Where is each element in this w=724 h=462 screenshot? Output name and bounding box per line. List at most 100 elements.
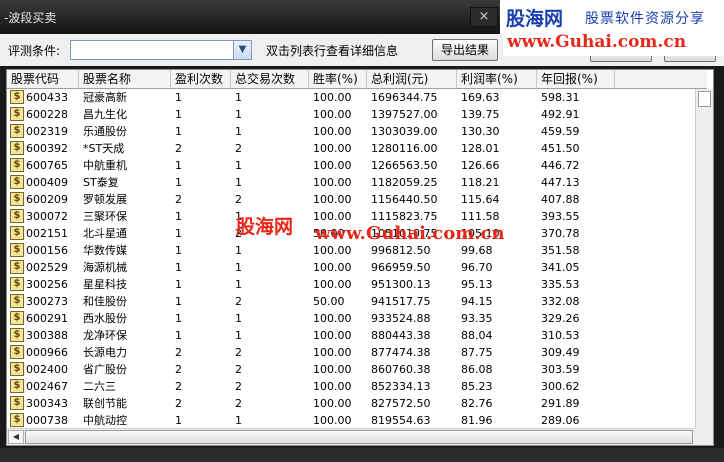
cell-total-profit: 966959.50 [371, 261, 431, 274]
title-bar: -波段买卖 × 股海网 股票软件资源分享 [0, 0, 724, 34]
cell-profit-rate: 93.35 [461, 312, 493, 325]
column-header-profit-rate[interactable]: 利润率(%) [457, 70, 537, 88]
cell-name: 西水股份 [83, 312, 127, 325]
export-button[interactable]: 导出结果 [432, 39, 498, 61]
cell-profit-rate: 115.64 [461, 193, 500, 206]
cell-win-rate: 100.00 [313, 142, 352, 155]
table-row[interactable]: 002319 乐通股份 1 1 100.00 1303039.00 130.30 459.59… [7, 123, 695, 140]
stock-icon: $ [10, 311, 24, 325]
cell-profit-rate: 130.30 [461, 125, 500, 138]
column-header-code[interactable]: 股票代码 [7, 70, 79, 88]
table-row[interactable]: 600291 西水股份 1 1 100.00 933524.88 93.35 329.26 $ [7, 310, 695, 327]
cell-total-profit: 860760.38 [371, 363, 431, 376]
table-row[interactable]: 000738 中航动控 1 1 100.00 819554.63 81.96 289.06 $ [7, 412, 695, 429]
hint-text: 双击列表行查看详细信息 [266, 44, 399, 58]
stock-icon: $ [10, 243, 24, 257]
cell-trades: 2 [235, 380, 242, 393]
table-row[interactable]: 600765 中航重机 1 1 100.00 1266563.50 126.66 446.72… [7, 157, 695, 174]
cell-annual-return: 393.55 [541, 210, 580, 223]
filter-select[interactable]: ▼ [70, 40, 252, 60]
cell-win-rate: 100.00 [313, 329, 352, 342]
cell-total-profit: 1156440.50 [371, 193, 438, 206]
cell-name: ST泰复 [83, 176, 119, 189]
stock-icon: $ [10, 396, 24, 410]
cell-profit-rate: 169.63 [461, 91, 500, 104]
cell-wins: 2 [175, 363, 182, 376]
watermark-logo: 股海网 [236, 216, 294, 238]
cell-profit-rate: 95.13 [461, 278, 493, 291]
cell-win-rate: 100.00 [313, 312, 352, 325]
cell-trades: 2 [235, 193, 242, 206]
brand-url: www.Guhai.com.cn [507, 32, 687, 52]
cell-trades: 1 [235, 278, 242, 291]
horizontal-scrollbar[interactable]: ◀ ▶ [7, 428, 713, 445]
column-header-wins[interactable]: 盈利次数 [171, 70, 231, 88]
scroll-left-icon[interactable]: ◀ [8, 430, 24, 444]
table-row[interactable]: 300388 龙净环保 1 1 100.00 880443.38 88.04 310.53 $ [7, 327, 695, 344]
stock-icon: $ [10, 209, 24, 223]
cell-name: 罗顿发展 [83, 193, 127, 206]
table-row[interactable]: 000409 ST泰复 1 1 100.00 1182059.25 118.21 447.13… [7, 174, 695, 191]
cell-win-rate: 100.00 [313, 261, 352, 274]
cell-win-rate: 100.00 [313, 91, 352, 104]
stock-icon: $ [10, 90, 24, 104]
cell-annual-return: 309.49 [541, 346, 580, 359]
table-row[interactable]: 000966 长源电力 2 2 100.00 877474.38 87.75 309.49 $ [7, 344, 695, 361]
stock-icon: $ [10, 379, 24, 393]
cell-win-rate: 100.00 [313, 346, 352, 359]
chevron-down-icon[interactable]: ▼ [233, 41, 251, 59]
cell-total-profit: 1303039.00 [371, 125, 438, 138]
cell-total-profit: 1696344.75 [371, 91, 438, 104]
column-header-annual-return[interactable]: 年回报(%) [537, 70, 615, 88]
cell-wins: 1 [175, 261, 182, 274]
cell-name: 龙净环保 [83, 329, 127, 342]
column-header-name[interactable]: 股票名称 [79, 70, 171, 88]
table-row[interactable]: 002400 省广股份 2 2 100.00 860760.38 86.08 303.59 $ [7, 361, 695, 378]
vertical-scrollbar[interactable] [695, 89, 713, 428]
cell-name: 三聚环保 [83, 210, 127, 223]
stock-icon: $ [10, 107, 24, 121]
cell-win-rate: 100.00 [313, 363, 352, 376]
table-header: 股票代码 股票名称 盈利次数 总交易次数 胜率(%) 总利润(元) 利润率(%)… [7, 70, 707, 89]
cell-trades: 2 [235, 363, 242, 376]
table-row[interactable]: 600209 罗顿发展 2 2 100.00 1156440.50 115.64 407.88… [7, 191, 695, 208]
cell-name: 北斗星通 [83, 227, 127, 240]
cell-total-profit: 1397527.00 [371, 108, 438, 121]
cell-total-profit: 819554.63 [371, 414, 431, 427]
table-row[interactable]: 600433 冠豪高新 1 1 100.00 1696344.75 169.63 598.31… [7, 89, 695, 106]
cell-win-rate: 100.00 [313, 244, 352, 257]
horizontal-scroll-thumb[interactable] [25, 430, 693, 444]
table-row[interactable]: 300273 和佳股份 1 2 50.00 941517.75 94.15 332.08 $ [7, 293, 695, 310]
stock-icon: $ [10, 124, 24, 138]
url-banner: www.Guhai.com.cn [503, 30, 724, 56]
cell-trades: 2 [235, 397, 242, 410]
table-row[interactable]: 000156 华数传媒 1 1 100.00 996812.50 99.68 351.58 $ [7, 242, 695, 259]
cell-profit-rate: 82.76 [461, 397, 493, 410]
column-header-trades[interactable]: 总交易次数 [231, 70, 309, 88]
cell-name: 海源机械 [83, 261, 127, 274]
table-row[interactable]: 600228 昌九生化 1 1 100.00 1397527.00 139.75 492.91… [7, 106, 695, 123]
cell-wins: 1 [175, 176, 182, 189]
cell-trades: 1 [235, 244, 242, 257]
table-row[interactable]: 002467 二六三 2 2 100.00 852334.13 85.23 300.62 $ [7, 378, 695, 395]
stock-icon: $ [10, 175, 24, 189]
cell-annual-return: 446.72 [541, 159, 580, 172]
cell-win-rate: 100.00 [313, 397, 352, 410]
vertical-scroll-thumb[interactable] [698, 91, 711, 107]
stock-icon: $ [10, 158, 24, 172]
column-header-total-profit[interactable]: 总利润(元) [367, 70, 457, 88]
table-row[interactable]: 300256 星星科技 1 1 100.00 951300.13 95.13 335.53 $ [7, 276, 695, 293]
cell-profit-rate: 81.96 [461, 414, 493, 427]
stock-icon: $ [10, 345, 24, 359]
column-header-win-rate[interactable]: 胜率(%) [309, 70, 367, 88]
table-row[interactable]: 600392 *ST天成 2 2 100.00 1280116.00 128.01 451.5… [7, 140, 695, 157]
cell-annual-return: 451.50 [541, 142, 580, 155]
table-row[interactable]: 002529 海源机械 1 1 100.00 966959.50 96.70 341.05 $ [7, 259, 695, 276]
cell-wins: 1 [175, 312, 182, 325]
cell-total-profit: 827572.50 [371, 397, 431, 410]
cell-trades: 1 [235, 108, 242, 121]
table-row[interactable]: 300343 联创节能 2 2 100.00 827572.50 82.76 291.89 $ [7, 395, 695, 412]
close-button[interactable]: × [470, 7, 498, 27]
cell-trades: 1 [235, 176, 242, 189]
cell-annual-return: 289.06 [541, 414, 580, 427]
